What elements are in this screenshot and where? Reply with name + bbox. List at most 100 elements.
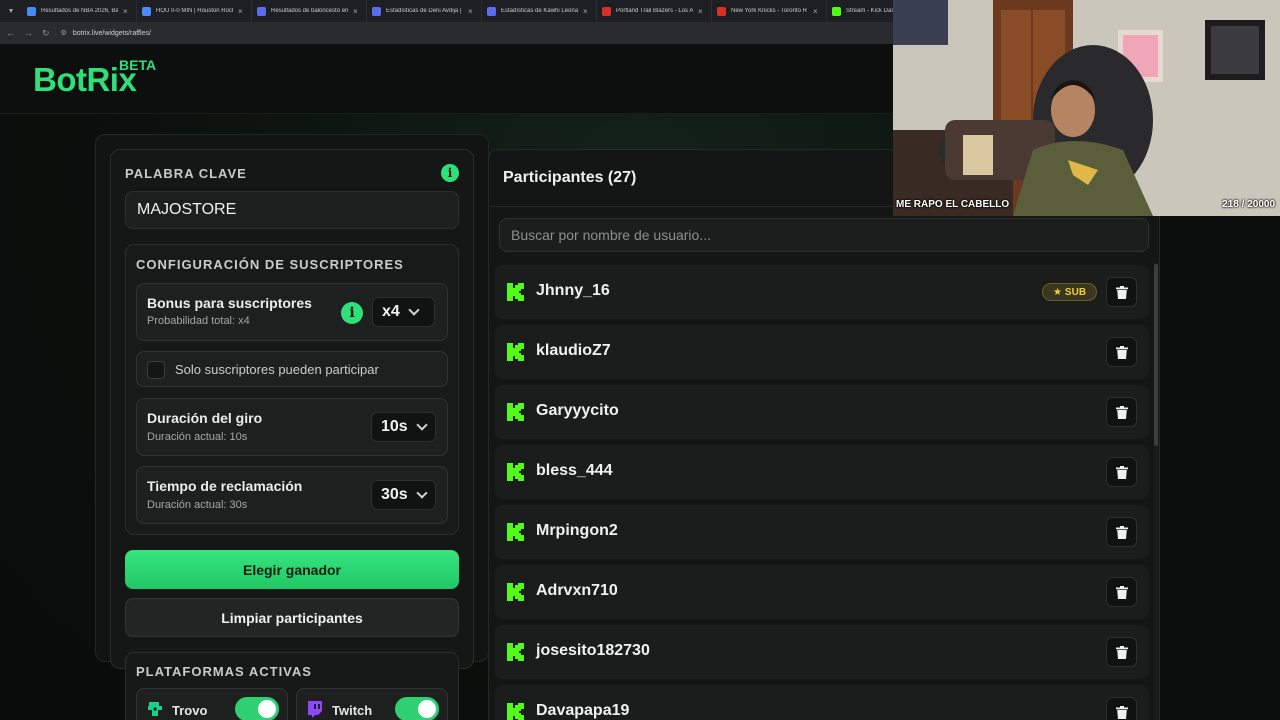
delete-participant-button[interactable] [1106, 697, 1137, 720]
tab-close-icon[interactable]: × [698, 7, 706, 16]
subscriber-config-title: CONFIGURACIÓN DE SUSCRIPTORES [136, 257, 404, 272]
delete-participant-button[interactable] [1106, 397, 1137, 427]
platform-trovo: Trovo [136, 688, 288, 720]
webcam-overlay: ME RAPO EL CABELLO 218 / 20000 [893, 0, 1280, 216]
active-platforms-title: PLATAFORMAS ACTIVAS [136, 664, 312, 679]
tab-close-icon[interactable]: × [123, 7, 131, 16]
participant-row: Garyyycito [495, 385, 1149, 439]
claim-time-row: Tiempo de reclamación Duración actual: 3… [136, 466, 448, 524]
subscribers-only-checkbox[interactable] [147, 361, 165, 379]
kick-icon [507, 523, 524, 541]
spin-duration-row: Duración del giro Duración actual: 10s 1… [136, 398, 448, 456]
tab-favicon-icon [27, 6, 36, 16]
participant-row: josesito182730 [495, 625, 1149, 679]
participant-name: Jhnny_16 [536, 282, 610, 299]
trash-icon [1115, 645, 1128, 659]
beta-badge: BETA [119, 57, 157, 73]
participant-name: Adrvxn710 [536, 582, 618, 599]
kick-icon [507, 583, 524, 601]
browser-tab[interactable]: Estadísticas de Deni Avdija | × [367, 0, 482, 22]
participants-scrollbar-thumb[interactable] [1154, 264, 1158, 446]
kick-icon [507, 463, 524, 481]
webcam-image [893, 0, 1280, 216]
browser-tab[interactable]: Resultados de baloncesto en × [252, 0, 367, 22]
pick-winner-button[interactable]: Elegir ganador [125, 550, 459, 589]
twitch-toggle[interactable] [395, 697, 439, 720]
url-text: botrix.live/widgets/raffles/ [72, 29, 151, 37]
subscribers-only-label: Solo suscriptores pueden participar [175, 362, 379, 377]
bonus-subtitle: Probabilidad total: x4 [147, 315, 250, 327]
right-margin [1160, 216, 1280, 720]
keyword-info-icon[interactable]: i [441, 164, 459, 182]
keyword-input[interactable]: MAJOSTORE [125, 191, 459, 229]
chevron-down-icon [416, 419, 428, 431]
platform-twitch: Twitch [296, 688, 448, 720]
participant-search-input[interactable] [499, 218, 1149, 252]
spin-duration-subtitle: Duración actual: 10s [147, 431, 248, 443]
tab-list-chevron-icon[interactable]: ▼ [0, 0, 22, 22]
trovo-toggle[interactable] [235, 697, 279, 720]
site-info-icon[interactable]: ⚙ [61, 29, 67, 37]
delete-participant-button[interactable] [1106, 277, 1137, 307]
forward-arrow-icon[interactable]: → [24, 28, 33, 38]
tab-favicon-icon [142, 6, 151, 16]
delete-participant-button[interactable] [1106, 337, 1137, 367]
sub-badge-label: SUB [1064, 286, 1087, 298]
platform-twitch-label: Twitch [332, 703, 373, 718]
bonus-multiplier-select[interactable]: x4 [372, 297, 435, 327]
tab-favicon-icon [487, 6, 496, 16]
platform-trovo-label: Trovo [172, 703, 208, 718]
bonus-info-icon[interactable]: i [341, 302, 363, 324]
tab-close-icon[interactable]: × [813, 7, 821, 16]
trash-icon [1115, 585, 1128, 599]
webcam-caption: ME RAPO EL CABELLO [896, 199, 1010, 210]
browser-tab[interactable]: Portland Trail Blazers - Los A × [597, 0, 712, 22]
spin-duration-value: 10s [381, 418, 408, 435]
bonus-multiplier-value: x4 [382, 303, 400, 320]
tab-title: Portland Trail Blazers - Los A [616, 8, 693, 14]
spin-duration-title: Duración del giro [147, 410, 263, 426]
tab-favicon-icon [602, 6, 611, 16]
clear-participants-button[interactable]: Limpiar participantes [125, 598, 459, 637]
spin-duration-select[interactable]: 10s [371, 412, 436, 442]
star-icon: ★ [1052, 286, 1062, 298]
participant-row: Davapapa19 [495, 685, 1149, 720]
tab-close-icon[interactable]: × [583, 7, 591, 16]
reload-icon[interactable]: ↻ [42, 28, 50, 39]
participant-name: klaudioZ7 [536, 342, 611, 359]
bonus-row: Bonus para suscriptores Probabilidad tot… [136, 283, 448, 341]
participant-row: klaudioZ7 [495, 325, 1149, 379]
tab-favicon-icon [832, 6, 841, 16]
url-field[interactable]: ⚙ botrix.live/widgets/raffles/ [61, 29, 151, 38]
delete-participant-button[interactable] [1106, 637, 1137, 667]
browser-tab[interactable]: New York Knicks - Toronto R × [712, 0, 827, 22]
participant-row: bless_444 [495, 445, 1149, 499]
delete-participant-button[interactable] [1106, 517, 1137, 547]
trash-icon [1115, 405, 1128, 419]
webcam-counter: 218 / 20000 [1222, 199, 1275, 210]
tab-close-icon[interactable]: × [353, 7, 361, 16]
trash-icon [1115, 705, 1128, 719]
claim-time-select[interactable]: 30s [371, 480, 436, 510]
kick-icon [507, 703, 524, 720]
delete-participant-button[interactable] [1106, 577, 1137, 607]
browser-tab[interactable]: HOU 0-0 MIN | Houston Rock × [137, 0, 252, 22]
tab-title: HOU 0-0 MIN | Houston Rock [156, 8, 233, 14]
browser-tab[interactable]: Estadísticas de Kawhi Leonard × [482, 0, 597, 22]
twitch-icon [308, 701, 322, 718]
sub-badge: ★ SUB [1042, 283, 1097, 301]
trash-icon [1115, 285, 1128, 299]
tab-title: Estadísticas de Kawhi Leonard [501, 8, 578, 14]
tab-close-icon[interactable]: × [468, 7, 476, 16]
back-arrow-icon[interactable]: ← [6, 28, 15, 38]
delete-participant-button[interactable] [1106, 457, 1137, 487]
participant-name: bless_444 [536, 462, 613, 479]
browser-tab[interactable]: Resultados de NBA 2026, Bal × [22, 0, 137, 22]
tab-close-icon[interactable]: × [238, 7, 246, 16]
tab-favicon-icon [717, 6, 726, 16]
claim-time-value: 30s [381, 486, 408, 503]
screen: ▼ Resultados de NBA 2026, Bal × HOU 0-0 MI… [0, 0, 1280, 720]
claim-time-subtitle: Duración actual: 30s [147, 499, 248, 511]
kick-icon [507, 403, 524, 421]
subscribers-only-row[interactable]: Solo suscriptores pueden participar [136, 351, 448, 387]
